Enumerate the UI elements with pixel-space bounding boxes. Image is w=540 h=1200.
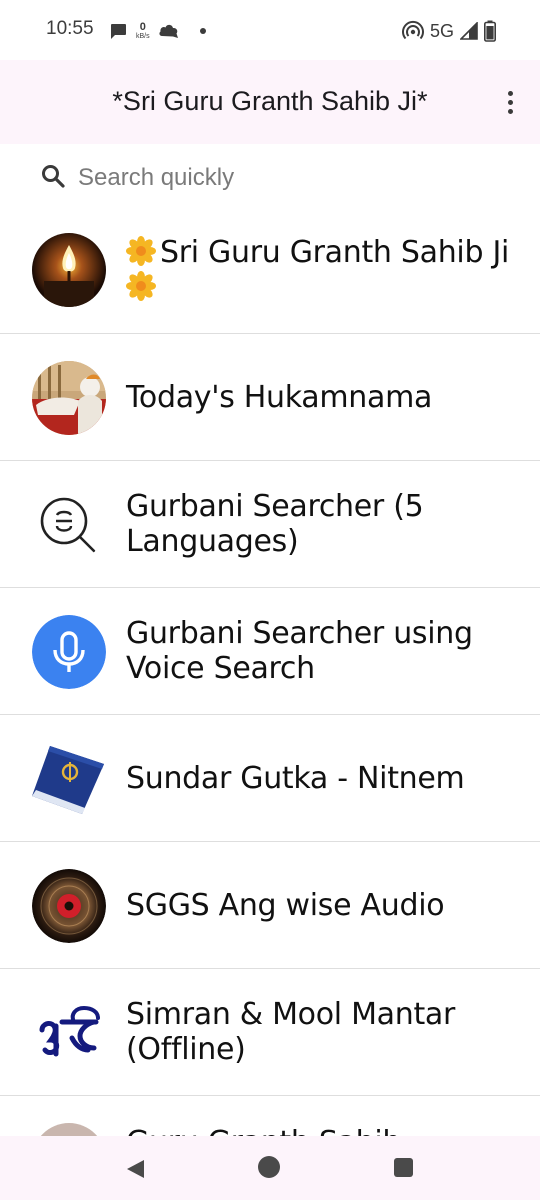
gurmukhi-search-icon <box>32 488 106 562</box>
cloud-icon <box>159 24 178 38</box>
home-icon[interactable] <box>258 1156 280 1178</box>
menu-list: Sri Guru Granth Sahib Ji Today's Hukamna… <box>0 206 540 1136</box>
list-item-label: Sri Guru Granth Sahib Ji <box>160 235 510 270</box>
recents-icon[interactable] <box>394 1158 413 1177</box>
list-item-voice-search[interactable]: Gurbani Searcher using Voice Search <box>0 588 540 715</box>
microphone-icon <box>32 615 106 689</box>
search-input[interactable] <box>78 160 498 196</box>
list-item-todays-hukamnama[interactable]: Today's Hukamnama <box>0 334 540 461</box>
app-bar: *Sri Guru Granth Sahib Ji* <box>0 60 540 144</box>
search-bar[interactable] <box>0 150 540 206</box>
vinyl-record-icon <box>32 869 106 943</box>
list-item-sundar-gutka[interactable]: Sundar Gutka - Nitnem <box>0 715 540 842</box>
list-item-guru-granth-sahib[interactable]: Guru Granth Sahib <box>0 1096 540 1136</box>
more-vert-icon[interactable] <box>494 86 526 118</box>
menu-dot <box>507 90 513 96</box>
net-speed-unit: kB/s <box>136 33 150 40</box>
list-item-label: Guru Granth Sahib <box>126 1096 518 1136</box>
system-nav-bar <box>0 1136 540 1200</box>
list-item-label: Gurbani Searcher (5 Languages) <box>126 489 424 559</box>
hotspot-icon <box>401 20 424 40</box>
status-notification-icons: 0 kB/s <box>108 18 206 44</box>
list-item-label-row: Sri Guru Granth Sahib Ji <box>126 206 518 333</box>
list-item-simran-mool-mantar[interactable]: Simran & Mool Mantar (Offline) <box>0 969 540 1096</box>
network-type: 5G <box>429 20 454 41</box>
list-item-label: Simran & Mool Mantar (Offline) <box>126 997 456 1067</box>
battery-icon <box>484 20 496 42</box>
ik-onkar-icon <box>32 996 106 1070</box>
list-item-label: Today's Hukamnama <box>126 379 433 415</box>
menu-dot <box>507 99 513 105</box>
app-title: *Sri Guru Granth Sahib Ji* <box>112 86 428 116</box>
net-speed-value: 0 <box>139 21 146 33</box>
status-time: 10:55 <box>46 18 94 39</box>
gutka-book-icon <box>32 742 106 816</box>
list-item-label: Sundar Gutka - Nitnem <box>126 760 465 796</box>
search-icon <box>42 165 65 188</box>
flower-icon <box>126 236 156 266</box>
list-item-sggs-audio[interactable]: SGGS Ang wise Audio <box>0 842 540 969</box>
status-bar: 10:55 0 kB/s 5G <box>0 0 540 60</box>
menu-dot <box>507 108 513 114</box>
hukamnama-photo-icon <box>32 361 106 435</box>
list-item-label: Gurbani Searcher using Voice Search <box>126 616 473 686</box>
status-system-icons: 5G <box>401 18 496 44</box>
more-notifications-dot <box>199 28 206 34</box>
chat-icon <box>111 24 126 39</box>
flower-icon <box>126 271 156 301</box>
net-speed: 0 kB/s <box>136 21 150 41</box>
list-item-gurbani-searcher[interactable]: Gurbani Searcher (5 Languages) <box>0 461 540 588</box>
list-item-label: SGGS Ang wise Audio <box>126 887 445 923</box>
signal-icon <box>460 22 478 40</box>
back-icon[interactable] <box>124 1158 146 1180</box>
list-item-sri-guru-granth-sahib-ji[interactable]: Sri Guru Granth Sahib Ji <box>0 206 540 334</box>
candle-flame-icon <box>32 233 106 307</box>
granth-photo-icon <box>32 1123 106 1136</box>
